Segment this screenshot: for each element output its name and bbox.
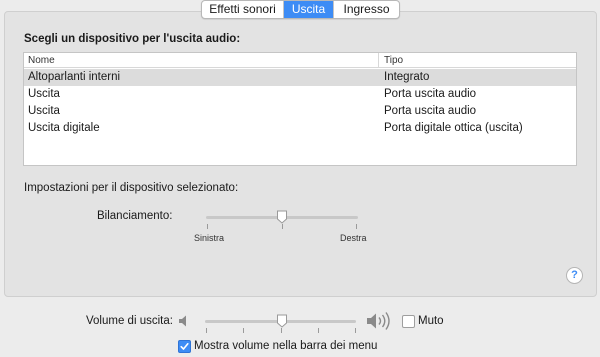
help-button[interactable]: ? — [566, 267, 583, 284]
volume-tick — [281, 328, 282, 333]
balance-tick-center — [282, 224, 283, 229]
tab-ingresso[interactable]: Ingresso — [334, 1, 399, 18]
tab-effetti-sonori[interactable]: Effetti sonori — [202, 1, 284, 18]
column-divider — [378, 53, 379, 67]
column-header-type[interactable]: Tipo — [384, 55, 403, 66]
device-type: Porta digitale ottica (uscita) — [384, 122, 523, 134]
output-device-title: Scegli un dispositivo per l'uscita audio… — [24, 33, 241, 45]
mute-label: Muto — [418, 315, 444, 327]
volume-tick — [206, 328, 207, 333]
tab-bar: Effetti sonori Uscita Ingresso — [201, 0, 400, 19]
device-name: Uscita — [28, 88, 60, 100]
output-device-table: Nome Tipo Altoparlanti interni Integrato… — [23, 52, 577, 166]
speaker-low-icon — [179, 315, 186, 327]
balance-label: Bilanciamento: — [97, 210, 173, 222]
balance-tick-left — [207, 224, 208, 229]
checkmark-icon — [180, 343, 189, 350]
device-name: Uscita digitale — [28, 122, 100, 134]
show-volume-in-menu-label: Mostra volume nella barra dei menu — [194, 340, 378, 352]
balance-right-label: Destra — [340, 233, 367, 243]
table-row[interactable]: Uscita Porta uscita audio — [24, 86, 576, 103]
mute-checkbox[interactable] — [402, 315, 415, 328]
device-name: Altoparlanti interni — [28, 71, 121, 83]
tab-uscita[interactable]: Uscita — [284, 1, 334, 18]
volume-tick — [355, 328, 356, 333]
table-row[interactable]: Uscita digitale Porta digitale ottica (u… — [24, 120, 576, 137]
show-volume-in-menu-checkbox[interactable] — [178, 340, 191, 353]
device-type: Porta uscita audio — [384, 105, 477, 117]
device-type: Integrato — [384, 71, 430, 83]
balance-tick-right — [356, 224, 357, 229]
balance-left-label: Sinistra — [194, 233, 225, 243]
balance-slider-thumb[interactable] — [276, 210, 288, 224]
device-settings-title: Impostazioni per il dispositivo selezion… — [24, 182, 239, 194]
table-row[interactable]: Uscita Porta uscita audio — [24, 103, 576, 120]
table-header: Nome Tipo — [24, 53, 576, 68]
device-type: Porta uscita audio — [384, 88, 477, 100]
volume-slider-thumb[interactable] — [276, 314, 288, 328]
volume-tick — [243, 328, 244, 333]
speaker-high-icon — [367, 312, 390, 330]
column-header-name[interactable]: Nome — [28, 55, 55, 66]
output-volume-label: Volume di uscita: — [86, 315, 173, 327]
device-name: Uscita — [28, 105, 60, 117]
volume-tick — [318, 328, 319, 333]
table-row[interactable]: Altoparlanti interni Integrato — [24, 69, 576, 86]
